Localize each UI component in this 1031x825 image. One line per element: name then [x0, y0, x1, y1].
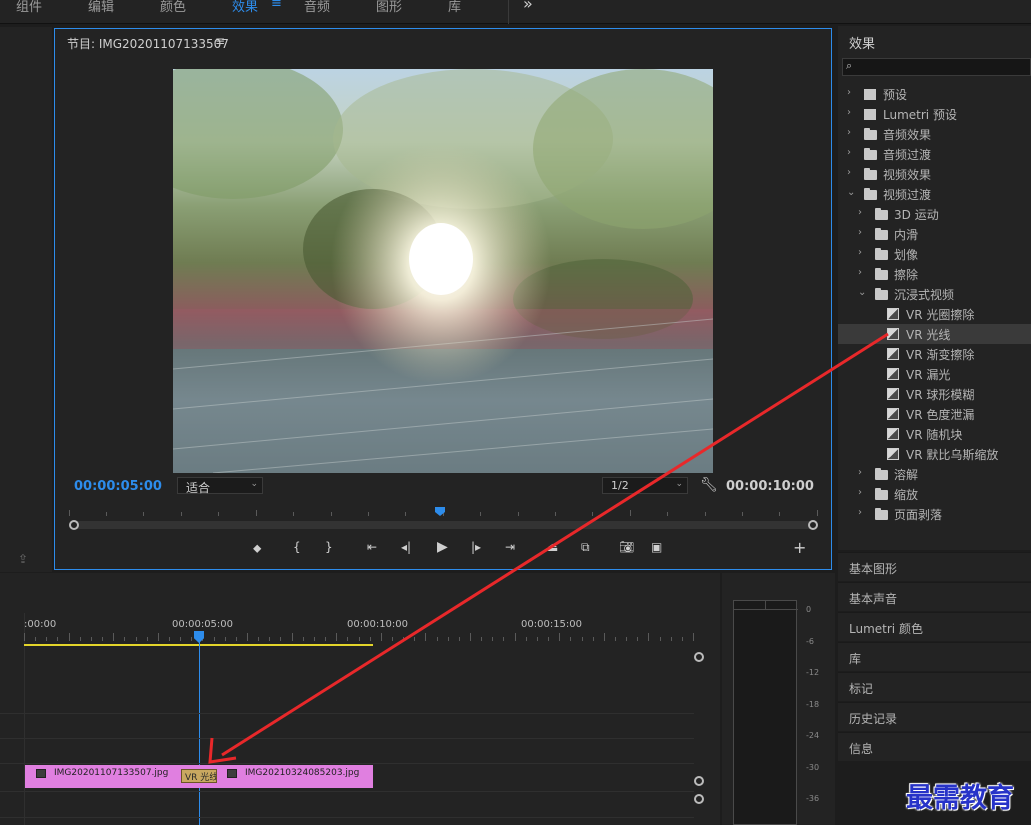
watermark: 最需教育 — [906, 783, 1014, 814]
annotation-arrow — [208, 332, 889, 764]
